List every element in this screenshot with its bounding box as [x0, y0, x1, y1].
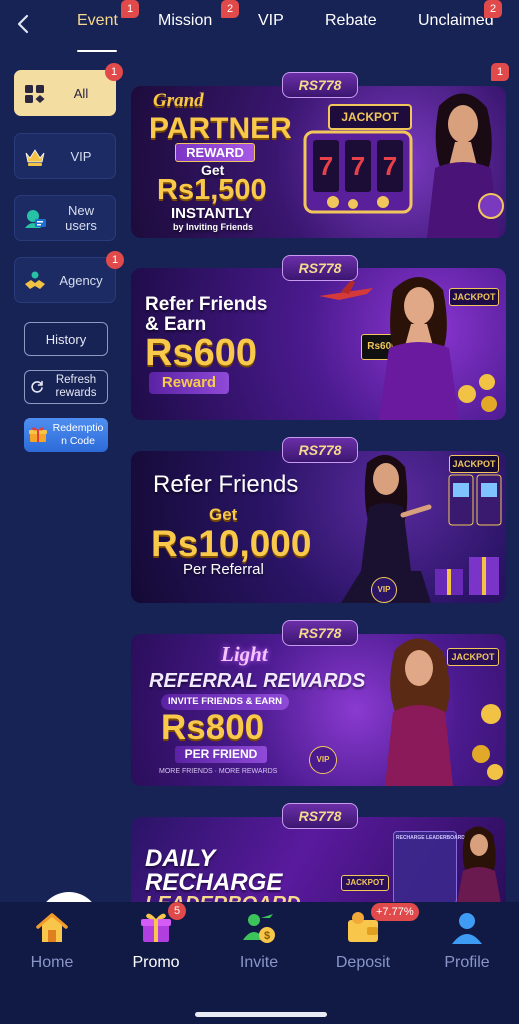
coins-graphic [472, 704, 503, 780]
banner-ribbon: Reward [149, 372, 229, 394]
nav-promo-label: Promo [132, 954, 180, 971]
vip-chip: VIP [371, 577, 397, 603]
svg-text:7: 7 [383, 151, 397, 181]
promo-banner-refer-friends[interactable]: Refer Friends Get Rs10,000 Per Referral … [131, 451, 506, 603]
banner-title: Refer Friends [153, 471, 299, 498]
refresh-rewards-label: Refresh rewards [55, 374, 97, 399]
promo-banner-daily-recharge[interactable]: DAILY RECHARGE LEADERBOARD JACKPOT RECHA… [131, 817, 506, 902]
nav-invite[interactable]: $ Invite [214, 902, 304, 982]
top-tab-bar: Event 1 Mission 2 VIP Rebate Unclaimed 2 [0, 0, 519, 56]
active-tab-indicator [77, 50, 117, 52]
svg-text:7: 7 [319, 151, 333, 181]
jackpot-sign: JACKPOT [341, 875, 389, 891]
banner-get: Get [209, 505, 238, 524]
category-agency[interactable]: Agency [14, 257, 116, 303]
banner-subline: by Inviting Friends [173, 222, 254, 232]
category-agency-badge: 1 [106, 251, 124, 269]
brand-tag: RS778 [282, 437, 358, 463]
slot-machine-graphic: 7 7 7 [303, 130, 413, 214]
gift-boxes-graphic [435, 557, 499, 595]
user-card-icon [25, 210, 46, 228]
refresh-icon [31, 380, 43, 393]
banner-script-title: Light [221, 642, 268, 666]
jackpot-sign: JACKPOT [449, 455, 499, 473]
hostess-illustration [427, 93, 504, 238]
promo-banner-refer-earn[interactable]: Refer Friends & Earn Rs600 Reward Rs600 … [131, 268, 506, 420]
redemption-code-label: Redemption Code [52, 422, 104, 447]
leaderboard-panel-title: RECHARGE LEADERBOARD [396, 835, 465, 841]
brand-tag: RS778 [282, 72, 358, 98]
vip-chip: VIP [309, 746, 337, 774]
banner-title: REFERRAL REWARDS [149, 670, 366, 692]
redemption-code-button[interactable]: Redemption Code [24, 418, 108, 452]
banner-per-referral: Per Referral [183, 561, 264, 578]
history-button[interactable]: History [24, 322, 108, 356]
banner-1-badge: 1 [491, 63, 509, 81]
banner-amount: Rs1,500 [157, 174, 267, 206]
banner-script-title: Grand [153, 90, 204, 111]
coins-graphic [458, 374, 497, 412]
nav-profile-label: Profile [444, 954, 490, 971]
nav-promo[interactable]: 5 Promo [111, 902, 201, 982]
gift-box-icon [29, 427, 47, 442]
jackpot-sign: JACKPOT [328, 104, 412, 130]
banner-title: Refer Friends [145, 294, 268, 315]
category-vip[interactable]: VIP [14, 133, 116, 179]
category-all[interactable]: All [14, 70, 116, 116]
nav-profile[interactable]: Profile [422, 902, 512, 982]
banner-ribbon: REWARD [175, 143, 255, 162]
refresh-rewards-button[interactable]: Refresh rewards [24, 370, 108, 404]
deposit-bonus-badge: +7.77% [371, 903, 419, 921]
nav-promo-badge: 5 [168, 902, 186, 920]
nav-home[interactable]: Home [7, 902, 97, 982]
grid-icon [25, 85, 45, 103]
invite-icon: $ [243, 914, 275, 943]
tab-mission[interactable]: Mission [158, 12, 212, 30]
nav-deposit-label: Deposit [335, 954, 391, 971]
promo-banner-referral-rewards[interactable]: Light REFERRAL REWARDS INVITE FRIENDS & … [131, 634, 506, 786]
home-indicator [195, 1012, 327, 1017]
tab-event[interactable]: Event [77, 12, 118, 30]
banner-title: PARTNER [149, 112, 292, 145]
leaderboard-panel: RECHARGE LEADERBOARD [393, 831, 465, 902]
tab-unclaimed[interactable]: Unclaimed [418, 12, 494, 30]
tab-vip[interactable]: VIP [258, 12, 284, 30]
tab-event-badge: 1 [121, 0, 139, 18]
category-all-label: All [73, 85, 89, 101]
nav-home-label: Home [30, 954, 74, 971]
category-new-users-label: New users [65, 203, 97, 233]
bottom-navigation: Home 5 Promo $ Invite Deposit +7.77% Pro… [0, 902, 519, 1024]
banner-amount: Rs10,000 [151, 523, 312, 564]
banner-title-3: LEADERBOARD [145, 893, 301, 902]
banner-amount: Rs800 [161, 708, 265, 747]
svg-text:7: 7 [351, 151, 365, 181]
category-new-users[interactable]: New users [14, 195, 116, 241]
promo-banner-grand-partner[interactable]: Grand PARTNER REWARD Get Rs1,500 INSTANT… [131, 86, 506, 238]
banner-amount: Rs600 [145, 332, 257, 374]
tab-rebate[interactable]: Rebate [325, 12, 377, 30]
category-agency-label: Agency [59, 272, 103, 288]
category-all-badge: 1 [105, 63, 123, 81]
hostess-illustration [457, 826, 501, 902]
category-vip-label: VIP [70, 148, 92, 164]
brand-tag: RS778 [282, 255, 358, 281]
back-arrow-icon[interactable] [10, 10, 36, 38]
handshake-icon [25, 271, 45, 289]
banner-instantly: INSTANTLY [171, 205, 253, 222]
svg-text:$: $ [264, 930, 270, 942]
brand-tag: RS778 [282, 803, 358, 829]
banner-ribbon: PER FRIEND [175, 746, 267, 763]
hostess-illustration [385, 638, 453, 786]
banner-subline: MORE FRIENDS · MORE REWARDS [159, 768, 278, 775]
slot-machines-graphic [448, 474, 502, 526]
tab-unclaimed-badge: 2 [484, 0, 502, 18]
home-icon [36, 913, 68, 942]
plane-graphic [319, 280, 373, 300]
tab-mission-badge: 2 [221, 0, 239, 18]
brand-tag: RS778 [282, 620, 358, 646]
crown-icon [25, 149, 45, 166]
nav-invite-label: Invite [239, 954, 279, 971]
profile-icon [452, 913, 482, 944]
